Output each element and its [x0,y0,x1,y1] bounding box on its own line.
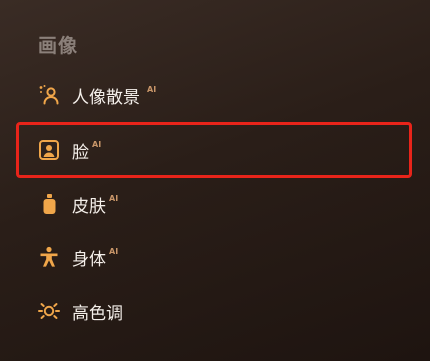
ai-badge: AI [109,246,119,256]
section-title: 画像 [38,35,79,57]
menu-item-high-tone[interactable]: 高色调 [38,294,123,328]
high-tone-sun-icon [38,300,60,322]
menu-item-skin[interactable]: 皮肤 AI [38,187,118,221]
menu-item-label: 身体 [72,249,106,270]
ai-badge: AI [109,193,119,203]
menu-item-portrait-bokeh[interactable]: 人像散景 AI [38,78,156,112]
portrait-bokeh-icon [38,84,60,106]
menu-item-label: 人像散景 [72,87,140,108]
selection-highlight [16,122,412,178]
ai-badge: AI [147,84,157,94]
body-icon [38,246,60,268]
menu-item-label: 高色调 [72,303,123,324]
menu-item-label: 皮肤 [72,196,106,217]
skin-bottle-icon [38,193,60,215]
portrait-panel: 画像 人像散景 AI 脸 AI 皮肤 AI 身体 AI 高色调 [0,0,430,361]
menu-item-body[interactable]: 身体 AI [38,240,118,274]
